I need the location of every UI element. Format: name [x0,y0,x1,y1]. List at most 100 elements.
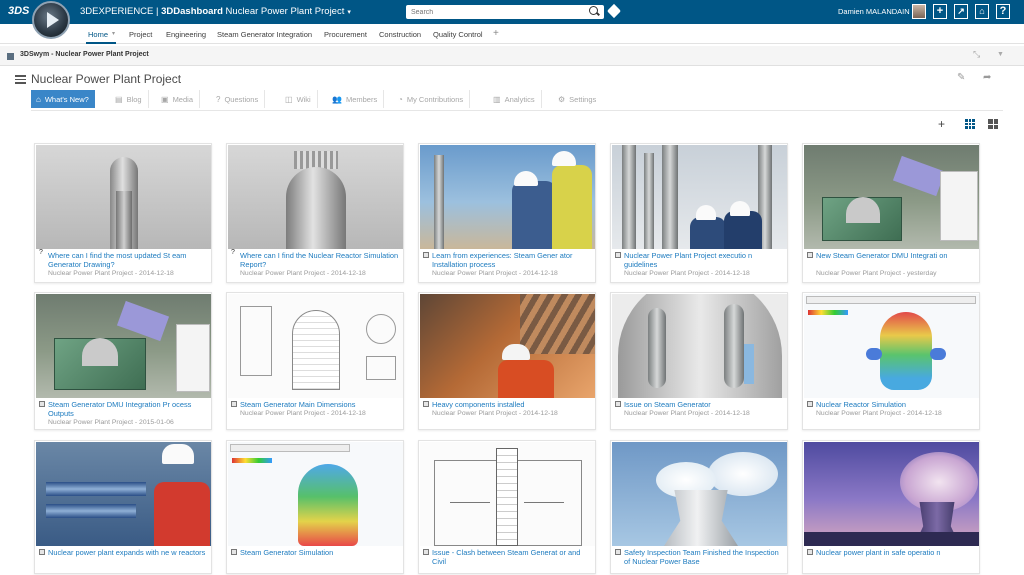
card-title[interactable]: Heavy components installed [432,400,593,409]
card-title[interactable]: Issue - Clash between Steam Generat or a… [432,548,593,566]
card-title[interactable]: Steam Generator Main Dimensions [240,400,401,409]
app-title[interactable]: 3DEXPERIENCE | 3DDashboard Nuclear Power… [80,6,351,17]
card-meta: Nuclear Power Plant Project - 2014-12-18 [624,410,750,417]
card[interactable]: Nuclear Reactor Simulation Nuclear Power… [802,292,980,430]
help-button[interactable]: ? [996,4,1010,19]
nav-questions[interactable]: ? Questions [211,90,266,108]
card[interactable]: Learn from experiences: Steam Gener ator… [418,143,596,283]
card-thumbnail [36,442,211,546]
card[interactable]: Nuclear power plant expands with ne w re… [34,440,212,574]
card[interactable]: Issue - Clash between Steam Generat or a… [418,440,596,574]
expand-icon[interactable]: ⤡ [973,49,980,60]
avatar[interactable] [912,4,926,19]
add-tab-button[interactable]: + [493,28,499,39]
blog-icon: ▤ [115,94,123,104]
card-thumbnail [804,442,979,546]
edit-icon[interactable]: ✎ [957,72,965,83]
card-title[interactable]: Safety Inspection Team Finished the Insp… [624,548,785,566]
share-icon[interactable]: ➦ [983,72,991,83]
post-icon [231,401,237,407]
card-title[interactable]: Steam Generator DMU Integration Pr ocess… [48,400,209,418]
card-thumbnail [228,145,403,249]
home-button[interactable]: ⌂ [975,4,989,19]
chevron-down-icon[interactable]: ▾ [347,9,351,16]
card[interactable]: Steam Generator Main Dimensions Nuclear … [226,292,404,430]
post-icon [423,252,429,258]
grid-view-icon[interactable] [965,119,975,129]
members-icon: 👥 [332,94,342,104]
card-title[interactable]: Nuclear power plant expands with ne w re… [48,548,209,557]
tab-home[interactable]: Home [88,30,108,39]
card[interactable]: Nuclear Power Plant Project executio n g… [610,143,788,283]
card-title[interactable]: Nuclear Power Plant Project executio n g… [624,251,785,269]
card-title[interactable]: Nuclear power plant in safe operatio n [816,548,977,557]
active-tab-indicator [86,42,116,44]
settings-icon: ⚙ [558,94,566,104]
tab-procurement[interactable]: Procurement [324,30,367,39]
card-meta: Nuclear Power Plant Project - 2014-12-18 [816,410,942,417]
share-button[interactable]: ↗ [954,4,968,19]
card-title[interactable]: Where can I find the Nuclear Reactor Sim… [240,251,401,269]
card[interactable]: ? Where can I find the most updated St e… [34,143,212,283]
chevron-down-icon[interactable]: ▼ [997,51,1004,58]
card-title[interactable]: Steam Generator Simulation [240,548,401,557]
search-icon[interactable] [589,6,598,15]
tag-icon[interactable] [606,3,622,19]
question-icon: ? [231,249,235,256]
home-icon: ⌂ [36,94,41,104]
nav-analytics[interactable]: ▥ Analytics [488,90,542,108]
card[interactable]: Safety Inspection Team Finished the Insp… [610,440,788,574]
tab-quality-control[interactable]: Quality Control [433,30,483,39]
card-meta: Nuclear Power Plant Project - 2014-12-18 [240,270,366,277]
card-title[interactable]: Issue on Steam Generator [624,400,785,409]
card-title[interactable]: New Steam Generator DMU Integrati on [816,251,977,260]
nav-wiki[interactable]: ◫ Wiki [280,90,318,108]
card[interactable]: New Steam Generator DMU Integrati on Nuc… [802,143,980,283]
add-button[interactable]: + [933,4,947,19]
media-icon: ▣ [161,94,169,104]
tile-view-icon[interactable] [988,119,998,129]
nav-whats-new[interactable]: ⌂ What's New? [31,90,95,108]
card[interactable]: Steam Generator DMU Integration Pr ocess… [34,292,212,430]
card-thumbnail [804,145,979,249]
chevron-down-icon[interactable]: ▾ [112,30,115,37]
nav-media[interactable]: ▣ Media [156,90,200,108]
card[interactable]: Heavy components installed Nuclear Power… [418,292,596,430]
top-bar: 3DS 3DEXPERIENCE | 3DDashboard Nuclear P… [0,0,1024,39]
card[interactable]: Nuclear power plant in safe operatio n [802,440,980,574]
card-meta: Nuclear Power Plant Project - 2014-12-18 [240,410,366,417]
card[interactable]: Steam Generator Simulation [226,440,404,574]
card-title[interactable]: Learn from experiences: Steam Gener ator… [432,251,593,269]
menu-icon[interactable] [15,75,26,85]
card[interactable]: Issue on Steam Generator Nuclear Power P… [610,292,788,430]
card-meta: Nuclear Power Plant Project - yesterday [816,270,937,277]
compass-icon[interactable] [32,1,70,39]
post-icon [231,549,237,555]
card-thumbnail [804,294,979,398]
widget-title: 3DSwym - Nuclear Power Plant Project [20,51,149,58]
nav-blog[interactable]: ▤ Blog [110,90,149,108]
nav-my-contributions[interactable]: ◔ My Contributions [393,90,471,108]
nav-members[interactable]: 👥 Members [327,90,385,108]
user-name[interactable]: Damien MALANDAIN [838,7,910,16]
3dswym-icon [7,53,14,60]
add-content-button[interactable]: + [938,117,945,131]
card-meta: Nuclear Power Plant Project - 2014-12-18 [624,270,750,277]
nav-settings[interactable]: ⚙ Settings [553,90,602,108]
card-thumbnail [612,145,787,249]
tab-steam-generator-integration[interactable]: Steam Generator Integration [217,30,312,39]
card-thumbnail [228,294,403,398]
tab-project[interactable]: Project [129,30,152,39]
card-meta: Nuclear Power Plant Project - 2015-01-06 [48,419,174,426]
card-title[interactable]: Where can I find the most updated St eam… [48,251,209,269]
contributions-icon: ◔ [398,94,403,104]
post-icon [615,252,621,258]
post-icon [807,252,813,258]
card-thumbnail [420,294,595,398]
search-input[interactable] [406,5,604,19]
card-title[interactable]: Nuclear Reactor Simulation [816,400,977,409]
tab-engineering[interactable]: Engineering [166,30,206,39]
card[interactable]: ? Where can I find the Nuclear Reactor S… [226,143,404,283]
card-thumbnail [612,294,787,398]
tab-construction[interactable]: Construction [379,30,421,39]
